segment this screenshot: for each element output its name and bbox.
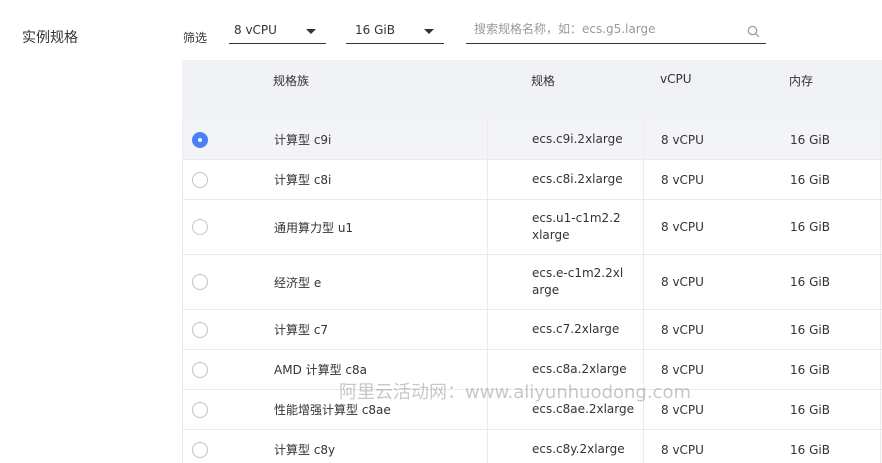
memory-select[interactable]: 16 GiB xyxy=(346,17,444,44)
row-spec: ecs.c8y.2xlarge xyxy=(532,430,644,463)
vcpu-select[interactable]: 8 vCPU xyxy=(229,17,326,44)
header-family: 规格族 xyxy=(273,74,310,88)
row-family: 计算型 c7 xyxy=(274,310,488,349)
row-memory: 16 GiB xyxy=(790,322,830,337)
row-memory: 16 GiB xyxy=(790,220,830,234)
row-spec: ecs.c8a.2xlarge xyxy=(532,350,644,389)
table-row[interactable]: 计算型 c8y ecs.c8y.2xlarge 8 vCPU 16 GiB xyxy=(182,430,882,463)
row-spec: ecs.u1-c1m2.2xlarge xyxy=(532,200,644,254)
chevron-down-icon xyxy=(424,29,434,34)
row-memory: 16 GiB xyxy=(790,442,830,457)
row-family: 计算型 c9i xyxy=(274,120,488,159)
row-radio-selected[interactable] xyxy=(192,131,208,148)
row-spec: ecs.c8i.2xlarge xyxy=(532,160,644,199)
row-memory: 16 GiB xyxy=(790,362,830,377)
row-vcpu: 8 vCPU xyxy=(661,172,704,187)
row-memory: 16 GiB xyxy=(790,132,830,147)
row-radio[interactable] xyxy=(192,361,208,378)
row-vcpu: 8 vCPU xyxy=(661,220,704,234)
table-row[interactable]: 通用算力型 u1 ecs.u1-c1m2.2xlarge 8 vCPU 16 G… xyxy=(182,200,882,255)
row-family: 经济型 e xyxy=(274,255,488,309)
filter-label: 筛选 xyxy=(183,31,208,45)
instance-type-table: 规格族 规格 vCPU 内存 计算型 c9i ecs.c9i.2xlarge 8… xyxy=(182,60,882,463)
header-spec: 规格 xyxy=(531,74,556,88)
row-family: AMD 计算型 c8a xyxy=(274,350,488,389)
row-vcpu: 8 vCPU xyxy=(661,132,704,147)
row-spec: ecs.e-c1m2.2xlarge xyxy=(532,255,644,309)
row-vcpu: 8 vCPU xyxy=(661,442,704,457)
row-vcpu: 8 vCPU xyxy=(661,275,704,289)
row-memory: 16 GiB xyxy=(790,275,830,289)
search-icon[interactable] xyxy=(747,23,760,42)
row-radio[interactable] xyxy=(192,441,208,458)
row-spec: ecs.c9i.2xlarge xyxy=(532,120,644,159)
memory-select-value: 16 GiB xyxy=(355,23,395,37)
search-box[interactable] xyxy=(466,17,766,44)
table-row[interactable]: 计算型 c9i ecs.c9i.2xlarge 8 vCPU 16 GiB xyxy=(182,120,882,160)
table-row[interactable]: AMD 计算型 c8a ecs.c8a.2xlarge 8 vCPU 16 Gi… xyxy=(182,350,882,390)
row-radio[interactable] xyxy=(192,219,208,235)
row-spec: ecs.c8ae.2xlarge xyxy=(488,390,644,429)
row-spec: ecs.c7.2xlarge xyxy=(532,310,644,349)
table-row[interactable]: 经济型 e ecs.e-c1m2.2xlarge 8 vCPU 16 GiB xyxy=(182,255,882,310)
table-row[interactable]: 计算型 c8i ecs.c8i.2xlarge 8 vCPU 16 GiB xyxy=(182,160,882,200)
row-family: 通用算力型 u1 xyxy=(274,200,488,254)
row-radio[interactable] xyxy=(192,321,208,338)
row-memory: 16 GiB xyxy=(790,402,830,417)
row-family: 计算型 c8i xyxy=(274,160,488,199)
header-memory: 内存 xyxy=(789,74,814,88)
chevron-down-icon xyxy=(306,29,316,34)
row-radio[interactable] xyxy=(192,401,208,418)
search-input[interactable] xyxy=(474,22,734,36)
row-vcpu: 8 vCPU xyxy=(661,322,704,337)
row-family: 性能增强计算型 c8ae xyxy=(274,390,488,429)
table-row[interactable]: 计算型 c7 ecs.c7.2xlarge 8 vCPU 16 GiB xyxy=(182,310,882,350)
row-vcpu: 8 vCPU xyxy=(661,402,704,417)
header-vcpu: vCPU xyxy=(660,72,692,86)
row-vcpu: 8 vCPU xyxy=(661,362,704,377)
row-radio[interactable] xyxy=(192,171,208,188)
section-label: 实例规格 xyxy=(22,30,78,46)
row-family: 计算型 c8y xyxy=(274,430,488,463)
vcpu-select-value: 8 vCPU xyxy=(234,23,277,37)
row-memory: 16 GiB xyxy=(790,172,830,187)
row-radio[interactable] xyxy=(192,274,208,290)
table-row[interactable]: 性能增强计算型 c8ae ecs.c8ae.2xlarge 8 vCPU 16 … xyxy=(182,390,882,430)
table-header: 规格族 规格 vCPU 内存 xyxy=(182,60,882,120)
